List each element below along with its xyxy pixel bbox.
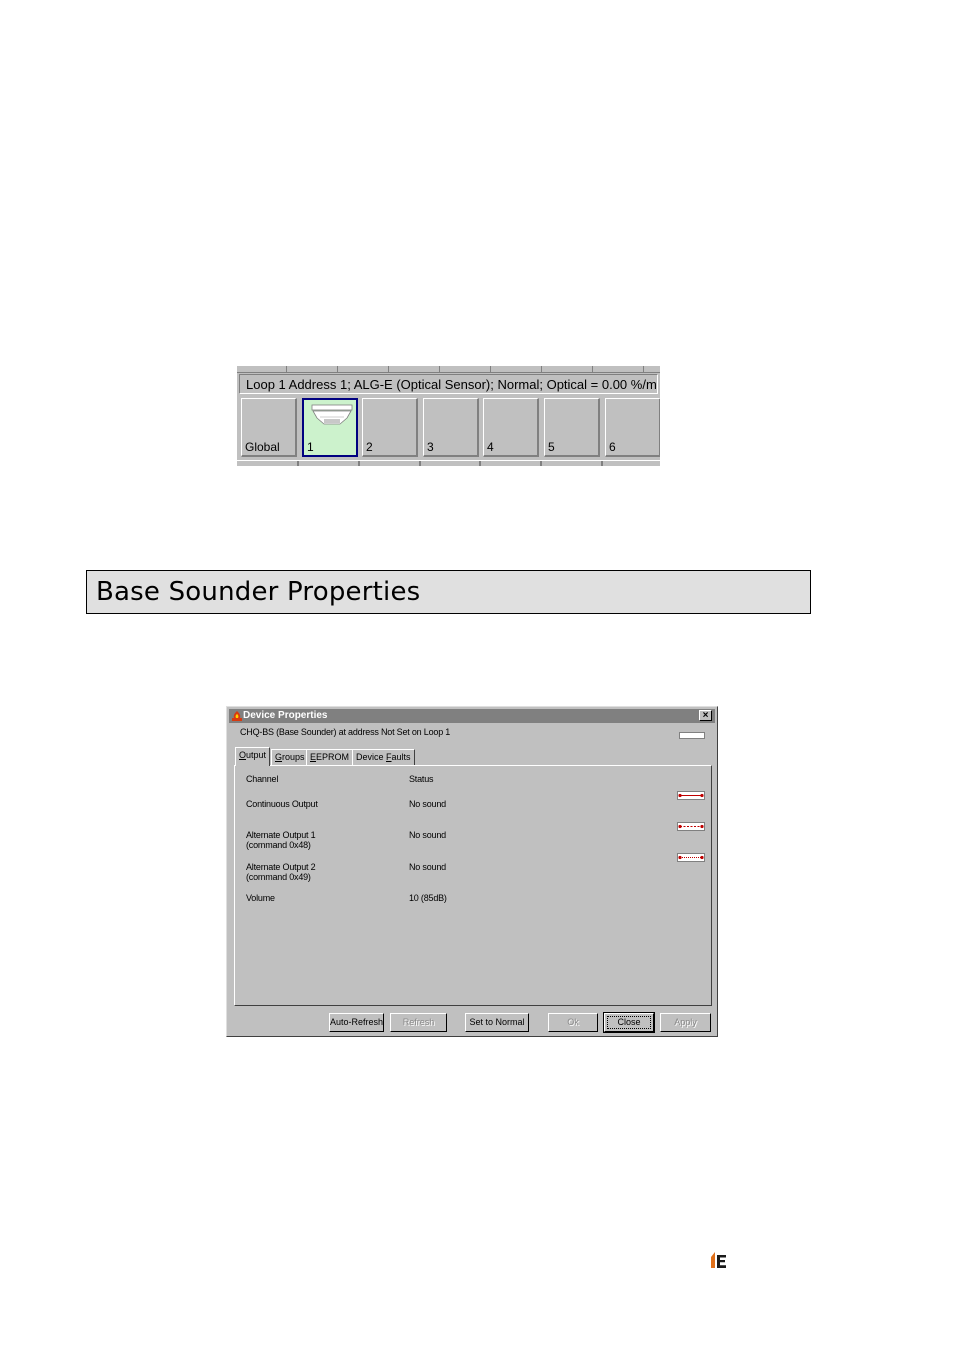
- set-to-normal-button[interactable]: Set to Normal: [465, 1013, 529, 1032]
- tab-label: roups: [282, 752, 305, 762]
- output-indicator-icon[interactable]: [677, 791, 705, 800]
- cell-label: 6: [609, 440, 616, 454]
- tab-label: EPROM: [316, 752, 350, 762]
- cell-label: Global: [245, 440, 280, 454]
- loop-cell-4[interactable]: 4: [483, 398, 539, 457]
- loop-status-bar: Loop 1 Address 1; ALG-E (Optical Sensor)…: [239, 374, 658, 394]
- loop-cell-1[interactable]: 1: [302, 398, 358, 457]
- close-icon: ×: [702, 710, 709, 721]
- ok-button[interactable]: Ok: [548, 1013, 598, 1032]
- loop-cell-6[interactable]: 6: [605, 398, 660, 457]
- cell-label: 2: [366, 440, 373, 454]
- loop-device-strip: Loop 1 Address 1; ALG-E (Optical Sensor)…: [237, 366, 660, 466]
- section-heading: Base Sounder Properties: [86, 570, 811, 614]
- cell-label: 1: [307, 440, 314, 454]
- next-loop-row: [237, 460, 660, 466]
- status-alternate-output-1: No sound: [409, 830, 446, 840]
- close-button[interactable]: Close: [603, 1012, 655, 1033]
- section-title: Base Sounder Properties: [96, 577, 421, 607]
- dialog-titlebar[interactable]: Device Properties ×: [229, 709, 715, 723]
- smoke-detector-icon: [311, 404, 353, 425]
- cell-label: 5: [548, 440, 555, 454]
- tab-label: aults: [391, 752, 411, 762]
- tab-label: utput: [246, 750, 267, 760]
- column-header-status: Status: [409, 774, 434, 784]
- channel-alternate-output-1-command: (command 0x48): [246, 840, 311, 850]
- loop-cell-2[interactable]: 2: [362, 398, 418, 457]
- cell-label: 4: [487, 440, 494, 454]
- close-window-button[interactable]: ×: [699, 710, 712, 721]
- column-header-channel: Channel: [246, 774, 279, 784]
- tab-output[interactable]: Output: [235, 747, 271, 766]
- loop-cell-3[interactable]: 3: [423, 398, 479, 457]
- loop-cell-5[interactable]: 5: [544, 398, 600, 457]
- previous-loop-row: [237, 366, 660, 373]
- device-properties-dialog: Device Properties × CHQ-BS (Base Sounder…: [226, 706, 718, 1037]
- cell-label: 3: [427, 440, 434, 454]
- channel-continuous-output: Continuous Output: [246, 799, 318, 809]
- tab-eeprom[interactable]: EEPROM: [306, 749, 354, 765]
- channel-alternate-output-2: Alternate Output 2: [246, 862, 316, 872]
- status-continuous-output: No sound: [409, 799, 446, 809]
- tab-groups[interactable]: Groups: [271, 749, 309, 765]
- device-indicator-icon: [679, 732, 705, 739]
- company-logo-icon: [711, 1252, 726, 1268]
- channel-alternate-output-1: Alternate Output 1: [246, 830, 316, 840]
- fire-flame-icon: [232, 711, 242, 721]
- device-description: CHQ-BS (Base Sounder) at address Not Set…: [240, 727, 451, 737]
- tab-accel: G: [275, 752, 283, 762]
- status-volume: 10 (85dB): [409, 893, 447, 903]
- tab-label: Device: [356, 752, 387, 762]
- close-button-label: Close: [607, 1016, 651, 1029]
- auto-refresh-button[interactable]: Auto-Refresh: [329, 1013, 384, 1032]
- dialog-title: Device Properties: [243, 710, 328, 721]
- channel-alternate-output-2-command: (command 0x49): [246, 872, 311, 882]
- loop-cell-global[interactable]: Global: [241, 398, 297, 457]
- status-alternate-output-2: No sound: [409, 862, 446, 872]
- refresh-button[interactable]: Refresh: [390, 1013, 447, 1032]
- output-indicator-icon[interactable]: [677, 853, 705, 862]
- tab-device-faults[interactable]: Device Faults: [352, 749, 415, 765]
- output-indicator-icon[interactable]: [677, 822, 705, 831]
- tab-accel: O: [239, 750, 247, 760]
- apply-button[interactable]: Apply: [660, 1013, 711, 1032]
- channel-volume: Volume: [246, 893, 275, 903]
